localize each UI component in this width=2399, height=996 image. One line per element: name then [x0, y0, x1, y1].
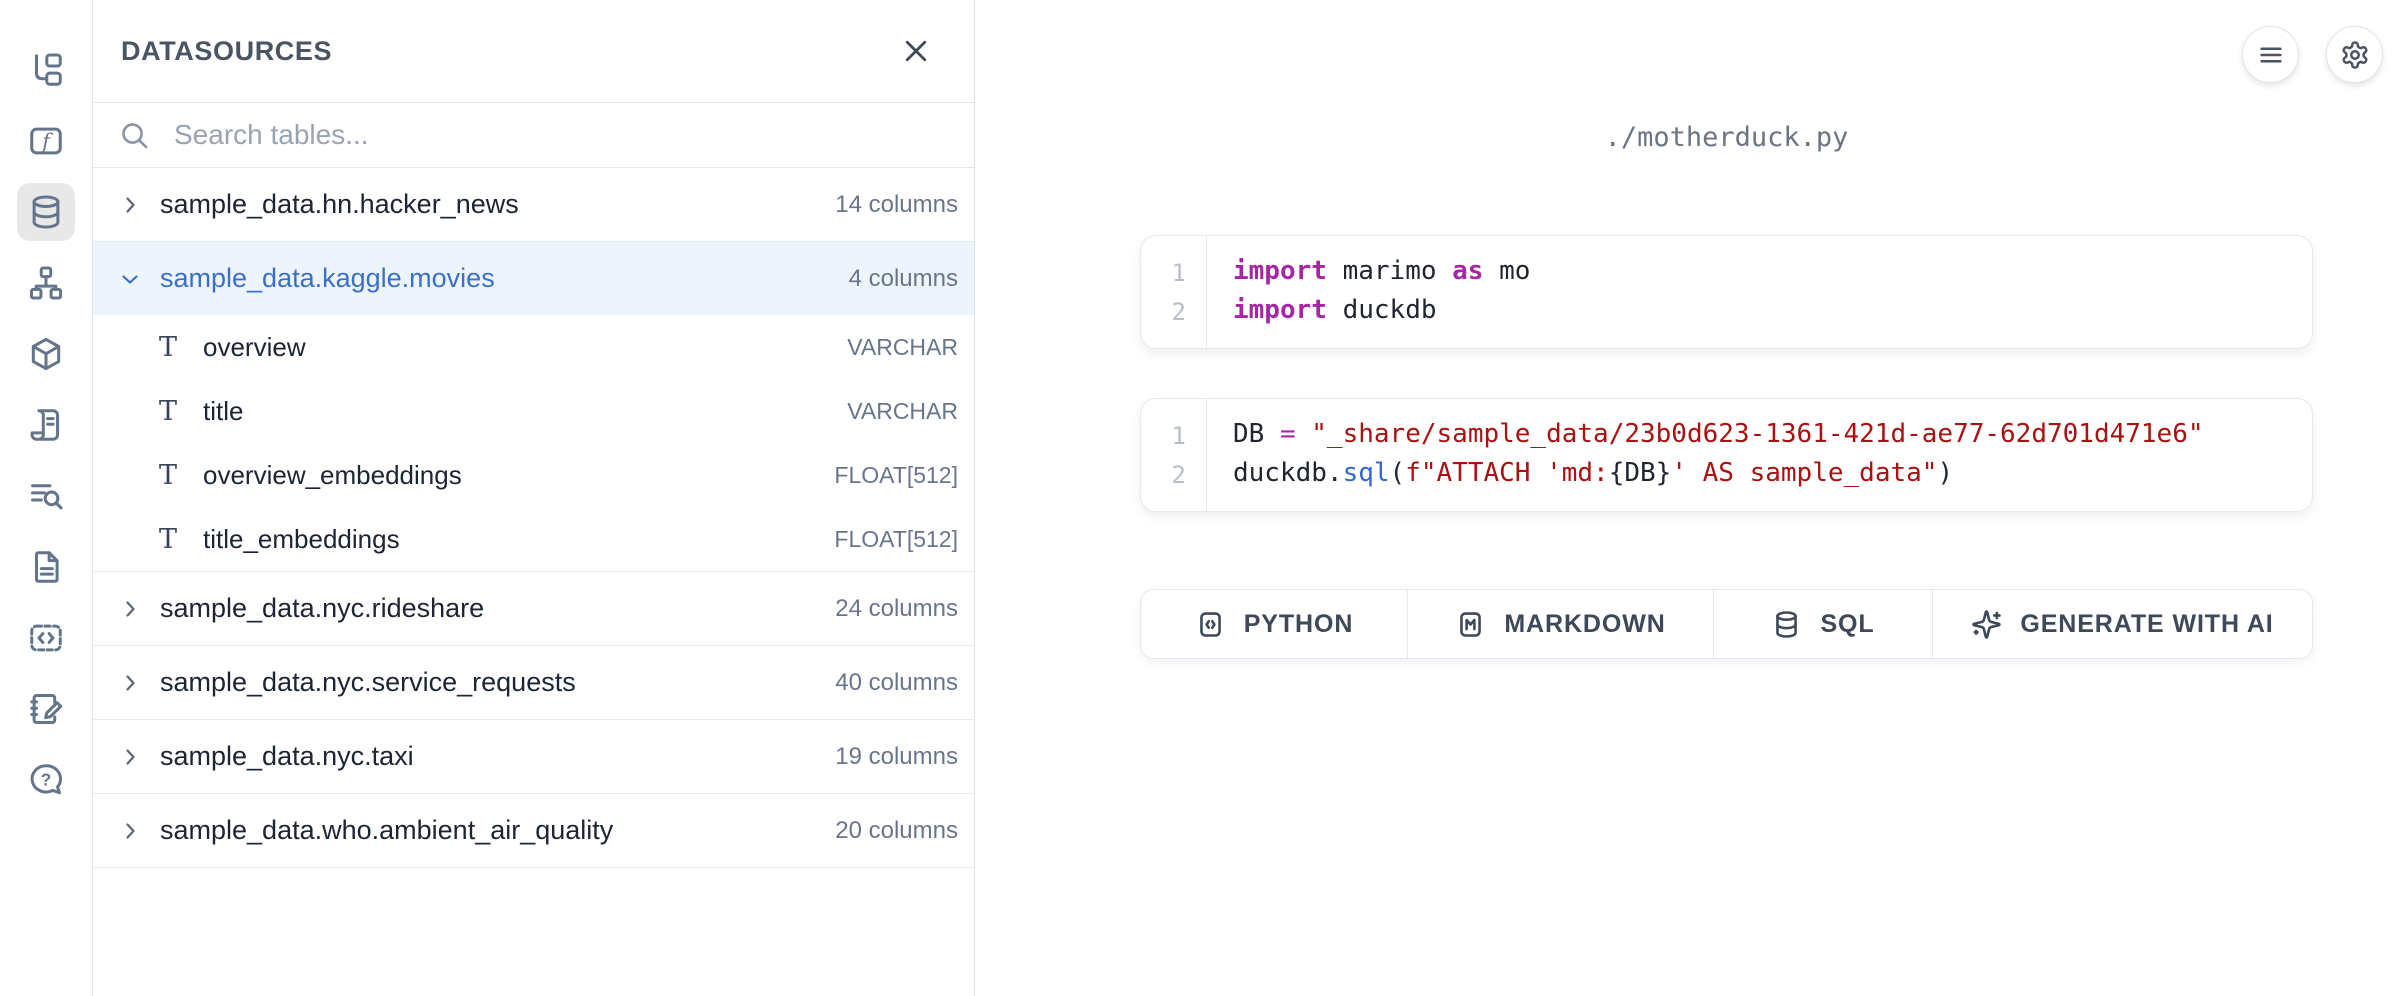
- table-group: sample_data.nyc.rideshare 24 columns: [93, 572, 974, 646]
- snippets-icon[interactable]: [17, 609, 75, 667]
- chevron-right-icon: [117, 744, 143, 770]
- dependency-graph-icon[interactable]: [17, 254, 75, 312]
- notebook-main-area: ./motherduck.py 12import marimo as moimp…: [975, 0, 2399, 996]
- table-name: sample_data.nyc.service_requests: [160, 667, 576, 698]
- text-type-icon: T: [155, 524, 181, 555]
- notebook-filename: ./motherduck.py: [1140, 122, 2313, 158]
- notebook-document: ./motherduck.py 12import marimo as moimp…: [1140, 0, 2313, 659]
- column-row[interactable]: Ttitle_embeddings FLOAT[512]: [93, 507, 974, 571]
- scratchpad-icon[interactable]: [17, 680, 75, 738]
- chevron-right-icon: [118, 193, 142, 217]
- column-type: VARCHAR: [847, 398, 958, 425]
- chevron-right-icon: [117, 670, 143, 696]
- chevron-right-icon: [118, 671, 142, 695]
- table-column-count: 20 columns: [835, 817, 958, 845]
- table-column-count: 4 columns: [849, 265, 958, 293]
- add-python-cell-button[interactable]: PYTHON: [1141, 590, 1408, 658]
- help-icon[interactable]: ?: [17, 751, 75, 809]
- code-editor-content: DB = "_share/sample_data/23b0d623-1361-4…: [1207, 399, 2214, 511]
- python-code-icon: [1195, 609, 1226, 640]
- column-row[interactable]: Ttitle VARCHAR: [93, 379, 974, 443]
- table-column-count: 19 columns: [835, 743, 958, 771]
- table-name: sample_data.kaggle.movies: [160, 263, 495, 294]
- add-sql-cell-button[interactable]: SQL: [1714, 590, 1933, 658]
- table-group: sample_data.kaggle.movies 4 columns Toverv…: [93, 242, 974, 572]
- chevron-right-icon: [117, 192, 143, 218]
- code-cell-1[interactable]: 12import marimo as moimport duckdb: [1140, 235, 2313, 349]
- table-name: sample_data.who.ambient_air_quality: [160, 815, 613, 846]
- settings-button[interactable]: [2326, 26, 2383, 83]
- text-type-icon: T: [155, 460, 181, 491]
- markdown-icon: [1455, 609, 1486, 640]
- table-row[interactable]: sample_data.who.ambient_air_quality 20 co…: [93, 794, 974, 867]
- action-label: GENERATE WITH AI: [2020, 610, 2273, 639]
- outline-icon[interactable]: [17, 396, 75, 454]
- database-icon: [1771, 609, 1802, 640]
- datasources-icon[interactable]: [17, 183, 75, 241]
- sparkles-icon: [1971, 609, 2002, 640]
- table-group: sample_data.nyc.service_requests 40 colum…: [93, 646, 974, 720]
- svg-text:?: ?: [41, 770, 52, 790]
- chevron-right-icon: [117, 596, 143, 622]
- action-label: PYTHON: [1244, 610, 1354, 639]
- close-icon: [901, 36, 931, 66]
- panel-title: DATASOURCES: [121, 36, 332, 67]
- add-cell-actions: PYTHON MARKDOWN SQL GENERATE WITH AI: [1140, 589, 2313, 659]
- table-group: sample_data.nyc.taxi 19 columns: [93, 720, 974, 794]
- datasources-panel: DATASOURCES sample_data.hn.hacker_news 14…: [93, 0, 975, 996]
- chevron-right-icon: [118, 745, 142, 769]
- svg-text:f: f: [40, 129, 53, 153]
- column-name: overview: [203, 332, 306, 363]
- logs-icon[interactable]: [17, 467, 75, 525]
- action-label: SQL: [1820, 610, 1874, 639]
- table-row[interactable]: sample_data.nyc.rideshare 24 columns: [93, 572, 974, 645]
- search-input[interactable]: [174, 119, 950, 151]
- text-type-icon: T: [155, 396, 181, 427]
- table-column-count: 40 columns: [835, 669, 958, 697]
- packages-icon[interactable]: [17, 325, 75, 383]
- variables-icon[interactable]: f: [17, 112, 75, 170]
- table-group: sample_data.hn.hacker_news 14 columns: [93, 168, 974, 242]
- add-markdown-cell-button[interactable]: MARKDOWN: [1408, 590, 1714, 658]
- column-row[interactable]: Toverview VARCHAR: [93, 315, 974, 379]
- column-type: FLOAT[512]: [834, 462, 958, 489]
- column-type: FLOAT[512]: [834, 526, 958, 553]
- chevron-right-icon: [117, 818, 143, 844]
- table-name: sample_data.nyc.taxi: [160, 741, 414, 772]
- documentation-icon[interactable]: [17, 538, 75, 596]
- line-numbers: 12: [1141, 236, 1207, 348]
- sidebar-icon-rail: f ?: [0, 0, 93, 996]
- datasources-panel-header: DATASOURCES: [93, 0, 974, 103]
- column-type: VARCHAR: [847, 334, 958, 361]
- column-name: overview_embeddings: [203, 460, 462, 491]
- chevron-right-icon: [118, 819, 142, 843]
- chevron-down-icon: [117, 266, 143, 292]
- table-name: sample_data.hn.hacker_news: [160, 189, 519, 220]
- table-row[interactable]: sample_data.nyc.service_requests 40 colum…: [93, 646, 974, 719]
- table-column-count: 14 columns: [835, 191, 958, 219]
- table-group: sample_data.who.ambient_air_quality 20 co…: [93, 794, 974, 868]
- column-name: title: [203, 396, 243, 427]
- line-numbers: 12: [1141, 399, 1207, 511]
- text-type-icon: T: [155, 332, 181, 363]
- generate-with-ai-button[interactable]: GENERATE WITH AI: [1933, 590, 2312, 658]
- table-search-bar: [93, 103, 974, 168]
- code-editor-content: import marimo as moimport duckdb: [1207, 236, 1540, 348]
- table-row[interactable]: sample_data.hn.hacker_news 14 columns: [93, 168, 974, 241]
- column-row[interactable]: Toverview_embeddings FLOAT[512]: [93, 443, 974, 507]
- table-name: sample_data.nyc.rideshare: [160, 593, 484, 624]
- table-row[interactable]: sample_data.nyc.taxi 19 columns: [93, 720, 974, 793]
- search-icon: [119, 120, 150, 151]
- gear-icon: [2340, 40, 2370, 70]
- chevron-down-icon: [118, 267, 142, 291]
- action-label: MARKDOWN: [1504, 610, 1665, 639]
- chevron-right-icon: [118, 597, 142, 621]
- file-explorer-icon[interactable]: [17, 41, 75, 99]
- close-panel-button[interactable]: [894, 29, 938, 73]
- column-name: title_embeddings: [203, 524, 400, 555]
- tables-tree: sample_data.hn.hacker_news14 columnssamp…: [93, 168, 974, 868]
- code-cell-2[interactable]: 12DB = "_share/sample_data/23b0d623-1361…: [1140, 398, 2313, 512]
- table-row[interactable]: sample_data.kaggle.movies 4 columns: [93, 242, 974, 315]
- table-column-count: 24 columns: [835, 595, 958, 623]
